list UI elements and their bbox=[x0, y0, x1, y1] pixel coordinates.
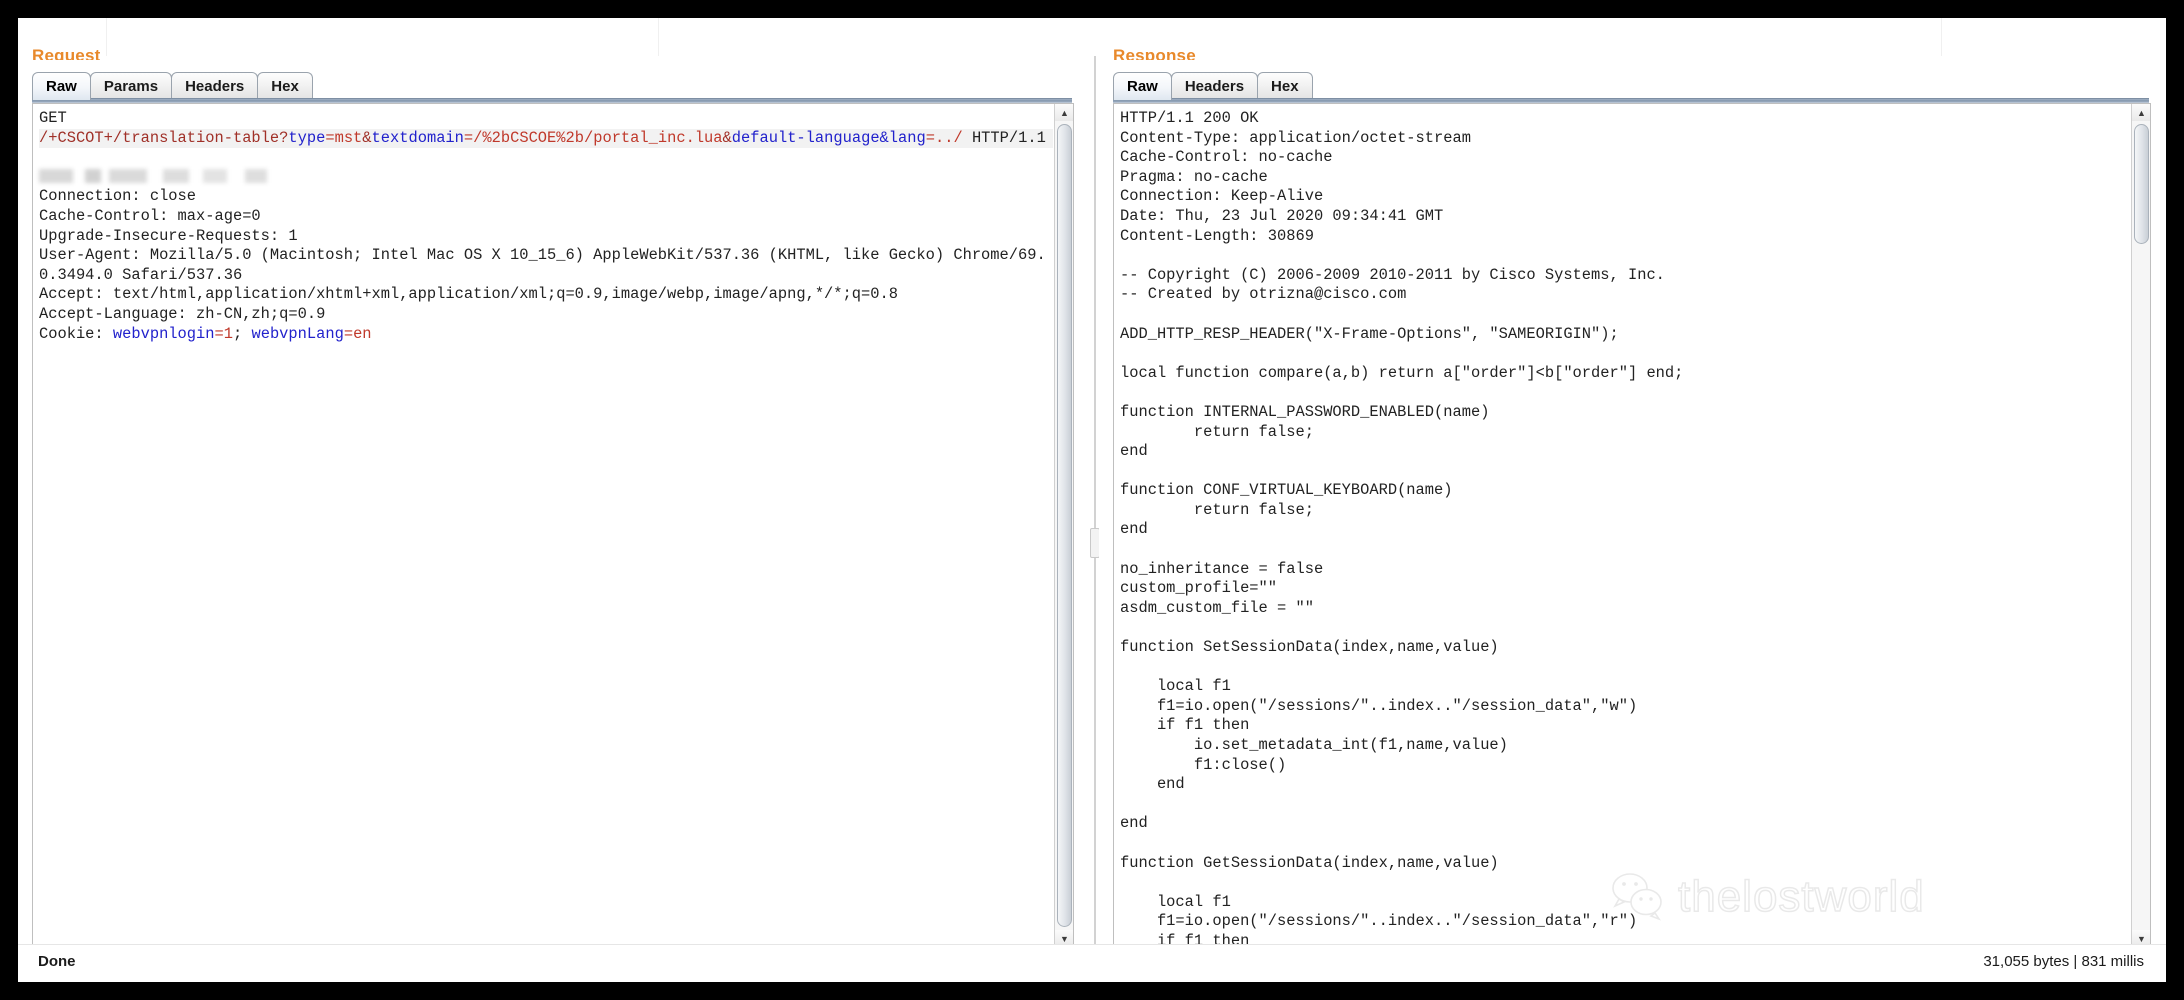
request-tab-params[interactable]: Params bbox=[89, 72, 173, 100]
request-panel-title: Request bbox=[32, 46, 101, 60]
request-qs-val-textdomain: /%2bCSCOE%2b/portal_inc.lua bbox=[473, 128, 723, 147]
request-amp-2: & bbox=[722, 128, 732, 147]
response-vertical-scrollbar[interactable]: ▲ ▼ bbox=[2131, 104, 2150, 947]
request-qs-key-textdomain: textdomain bbox=[371, 128, 464, 147]
request-cookie-name-2: webvpnLang bbox=[251, 324, 344, 343]
top-divider-2 bbox=[658, 18, 659, 56]
request-cookie-val-2: =en bbox=[343, 324, 372, 343]
request-tab-headers-label: Headers bbox=[185, 78, 245, 95]
request-vertical-scrollbar[interactable]: ▲ ▼ bbox=[1054, 104, 1073, 947]
request-tab-raw[interactable]: Raw bbox=[32, 72, 91, 100]
response-raw-view[interactable]: HTTP/1.1 200 OK Content-Type: applicatio… bbox=[1113, 103, 2151, 948]
request-tab-hex[interactable]: Hex bbox=[257, 72, 313, 100]
response-raw-text: HTTP/1.1 200 OK Content-Type: applicatio… bbox=[1120, 109, 1684, 948]
status-message: Done bbox=[38, 953, 76, 970]
request-tab-hex-label: Hex bbox=[271, 78, 299, 95]
request-protocol: HTTP/1.1 bbox=[962, 128, 1046, 147]
response-tab-raw[interactable]: Raw bbox=[1113, 72, 1172, 100]
request-qs-key-type: type bbox=[288, 128, 326, 147]
status-bar: Done 31,055 bytes | 831 millis bbox=[18, 944, 2166, 982]
request-qs-key-lang: default-language&lang bbox=[731, 128, 926, 147]
top-divider-3 bbox=[1941, 18, 1942, 56]
response-scroll-thumb[interactable] bbox=[2134, 124, 2149, 244]
request-cookie-val-1: =1 bbox=[214, 324, 233, 343]
status-metrics: 31,055 bytes | 831 millis bbox=[1983, 953, 2144, 970]
window-top-strip bbox=[18, 18, 2166, 56]
response-panel: Response Raw Headers Hex HTTP/1.1 200 OK… bbox=[1099, 46, 2166, 982]
response-tab-raw-label: Raw bbox=[1127, 78, 1158, 95]
response-tab-headers[interactable]: Headers bbox=[1170, 72, 1259, 100]
response-tab-hex[interactable]: Hex bbox=[1257, 72, 1313, 100]
request-amp-1: & bbox=[362, 128, 372, 147]
panel-splitter[interactable] bbox=[1094, 56, 1096, 946]
request-scroll-thumb[interactable] bbox=[1057, 124, 1072, 927]
request-method: GET bbox=[39, 109, 67, 127]
request-header-user-agent: User-Agent: Mozilla/5.0 (Macintosh; Inte… bbox=[39, 246, 1046, 284]
scroll-up-arrow-icon[interactable]: ▲ bbox=[1055, 104, 1073, 121]
request-qs-val-type: = bbox=[325, 128, 335, 147]
request-header-connection: Connection: close bbox=[39, 187, 197, 206]
request-panel: Request Raw Params Headers Hex GET /+CSC… bbox=[18, 46, 1093, 982]
top-divider-1 bbox=[106, 18, 107, 56]
request-cookie-name-1: webvpnlogin bbox=[112, 324, 215, 343]
request-tab-headers[interactable]: Headers bbox=[171, 72, 259, 100]
request-tabbar: Raw Params Headers Hex bbox=[32, 70, 313, 100]
request-header-cache-control: Cache-Control: max-age=0 bbox=[39, 206, 261, 225]
request-header-cookie-label: Cookie: bbox=[39, 324, 113, 343]
request-tab-raw-label: Raw bbox=[46, 78, 77, 95]
response-tab-headers-label: Headers bbox=[1184, 78, 1245, 95]
request-path: /+CSCOT+/translation-table? bbox=[39, 128, 289, 147]
request-line: /+CSCOT+/translation-table?type=mst&text… bbox=[39, 128, 1053, 149]
request-qs-val-mst: mst bbox=[334, 128, 363, 147]
request-raw-view[interactable]: GET /+CSCOT+/translation-table?type=mst&… bbox=[32, 103, 1074, 948]
request-header-upgrade-insecure: Upgrade-Insecure-Requests: 1 bbox=[39, 226, 298, 245]
response-tab-hex-label: Hex bbox=[1271, 78, 1299, 95]
scroll-up-arrow-icon[interactable]: ▲ bbox=[2132, 104, 2150, 121]
request-header-accept: Accept: text/html,application/xhtml+xml,… bbox=[39, 285, 898, 304]
request-cookie-sep: ; bbox=[232, 324, 252, 343]
request-tab-params-label: Params bbox=[103, 78, 159, 95]
request-raw-text: GET /+CSCOT+/translation-table?type=mst&… bbox=[39, 109, 1053, 344]
response-tabbar: Raw Headers Hex bbox=[1113, 70, 1313, 100]
request-eq-2: = bbox=[463, 128, 474, 147]
request-qs-val-lang: =../ bbox=[925, 128, 963, 147]
request-header-accept-language: Accept-Language: zh-CN,zh;q=0.9 bbox=[39, 304, 326, 323]
burp-http-message-viewer: Request Raw Params Headers Hex GET /+CSC… bbox=[18, 18, 2166, 982]
response-panel-title: Response bbox=[1113, 46, 1196, 60]
redacted-host-header bbox=[39, 168, 289, 183]
